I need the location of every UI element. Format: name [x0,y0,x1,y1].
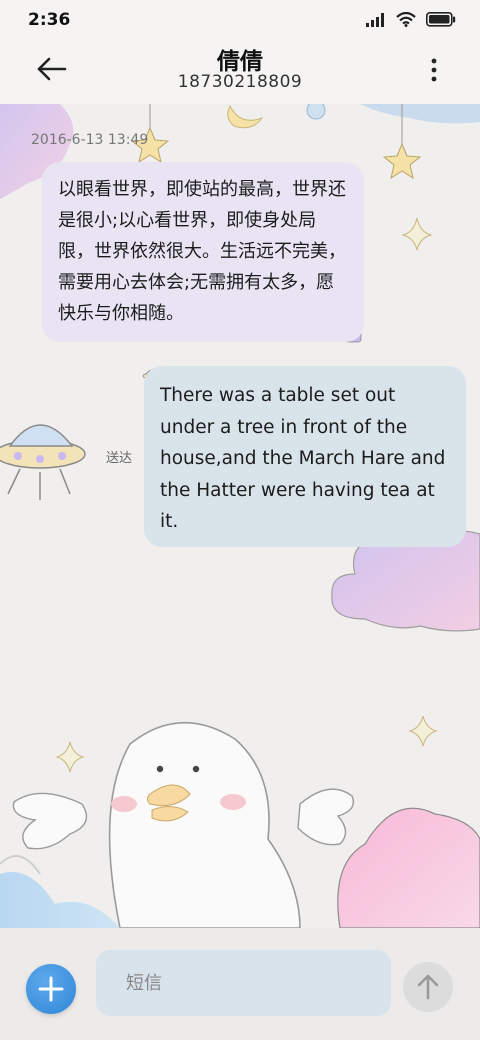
status-bar: 2:36 [0,0,480,40]
status-icons [366,12,456,27]
delivered-status: 送达 [106,451,133,466]
incoming-message-bubble[interactable]: 以眼看世界，即使站的最高，世界还是很小;以心看世界，即使身处局限，世界依然很大。… [42,162,364,342]
outgoing-message-bubble[interactable]: There was a table set out under a tree i… [144,366,466,547]
arrow-up-icon [417,974,439,1000]
contact-name: 倩倩 [217,49,263,75]
more-vertical-icon[interactable] [430,58,438,82]
message-timestamp: 2016-6-13 13:49 [31,132,149,148]
status-time: 2:36 [28,10,71,30]
send-button[interactable] [403,962,453,1012]
plus-icon [38,976,64,1002]
battery-icon [426,12,456,27]
contact-phone: 18730218809 [177,72,303,92]
conversation-header: 倩倩 18730218809 [0,40,480,104]
compose-bar [0,928,480,1040]
chat-area[interactable]: 2016-6-13 13:49 以眼看世界，即使站的最高，世界还是很小;以心看世… [0,104,480,928]
signal-icon [366,12,384,27]
wifi-icon [396,12,416,27]
add-attachment-button[interactable] [26,964,76,1014]
message-input[interactable] [96,950,391,1016]
